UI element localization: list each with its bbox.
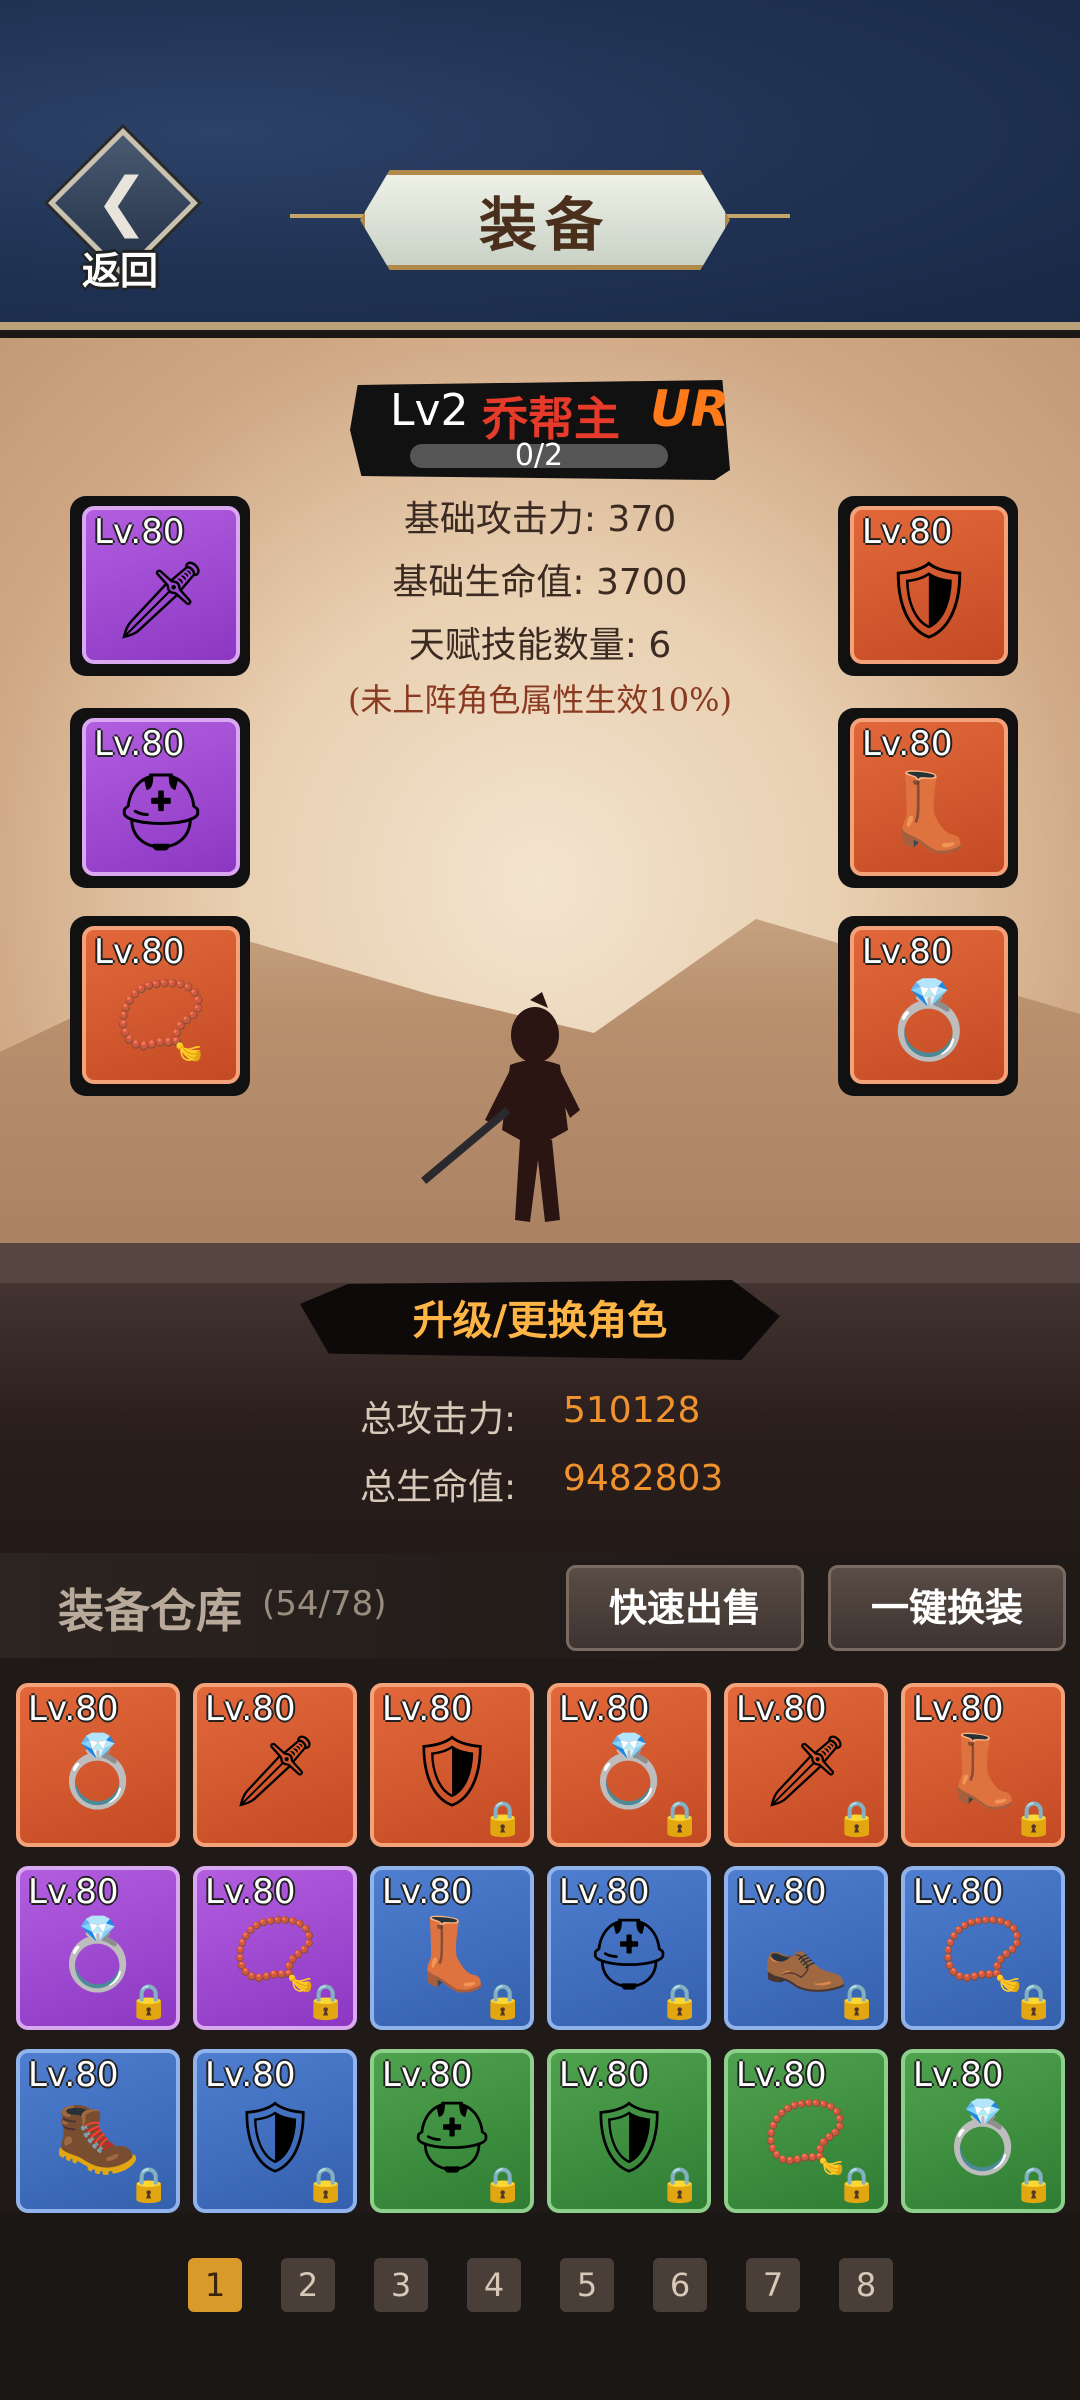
equipped-slot-armor[interactable]: 🛡 Lv.80 (838, 496, 1018, 676)
warehouse-title: 装备仓库 (58, 1584, 242, 1638)
lock-icon: 🔒 (481, 2165, 524, 2205)
warehouse-item[interactable]: ⛑ Lv.80 🔒 (547, 1866, 711, 2030)
item-level: Lv.80 (382, 1872, 473, 1912)
hero-silhouette (421, 992, 580, 1222)
lock-icon: 🔒 (658, 1799, 701, 1839)
page-button-8[interactable]: 8 (839, 2258, 893, 2312)
item-level: Lv.80 (913, 2055, 1004, 2095)
quick-sell-button[interactable]: 快速出售 (566, 1565, 804, 1651)
ring-icon: 💍 (881, 975, 977, 1064)
total-attack-value: 510128 (563, 1390, 701, 1431)
pagination: 12345678 (0, 2258, 1080, 2318)
lock-icon: 🔒 (835, 1799, 878, 1839)
page-title: 装备 (478, 191, 611, 259)
lock-icon: 🔒 (127, 2165, 170, 2205)
lock-icon: 🔒 (1012, 1799, 1055, 1839)
equipped-slot-necklace[interactable]: 📿 Lv.80 (70, 916, 250, 1096)
equipped-slot-ring[interactable]: 💍 Lv.80 (838, 916, 1018, 1096)
item-level: Lv.80 (94, 932, 185, 972)
warehouse-item[interactable]: 💍 Lv.80 🔒 (901, 2049, 1065, 2213)
necklace-icon: 📿 (113, 975, 209, 1064)
item-level: Lv.80 (862, 932, 953, 972)
lock-icon: 🔒 (127, 1982, 170, 2022)
armor-icon: 🛡 (880, 555, 978, 644)
sword-icon: 🗡 (112, 555, 210, 644)
warehouse-item[interactable]: ⛑ Lv.80 🔒 (370, 2049, 534, 2213)
helmet-icon: ⛑ (112, 767, 210, 856)
ring-icon: 💍 (54, 1730, 142, 1812)
warehouse-item[interactable]: 💍 Lv.80 🔒 (16, 1866, 180, 2030)
warehouse-item[interactable]: 👢 Lv.80 🔒 (901, 1683, 1065, 1847)
item-level: Lv.80 (736, 1689, 827, 1729)
warehouse-item[interactable]: 🛡 Lv.80 🔒 (547, 2049, 711, 2213)
item-level: Lv.80 (913, 1872, 1004, 1912)
lock-icon: 🔒 (481, 1799, 524, 1839)
warehouse-item[interactable]: 📿 Lv.80 🔒 (193, 1866, 357, 2030)
lock-icon: 🔒 (658, 1982, 701, 2022)
page-button-5[interactable]: 5 (560, 2258, 614, 2312)
item-level: Lv.80 (28, 1872, 119, 1912)
item-level: Lv.80 (28, 1689, 119, 1729)
item-level: Lv.80 (559, 1872, 650, 1912)
equipped-slot-boots[interactable]: 👢 Lv.80 (838, 708, 1018, 888)
back-label: 返回 (81, 248, 158, 293)
warehouse-item[interactable]: 📿 Lv.80 🔒 (901, 1866, 1065, 2030)
lock-icon: 🔒 (658, 2165, 701, 2205)
upgrade-button-label: 升级/更换角色 (412, 1297, 668, 1344)
total-attack-label: 总攻击力: (360, 1399, 517, 1440)
warehouse-item[interactable]: 📿 Lv.80 🔒 (724, 2049, 888, 2213)
item-level: Lv.80 (559, 2055, 650, 2095)
dagger-icon: 🗡 (230, 1730, 320, 1812)
warehouse-item[interactable]: 🛡 Lv.80 🔒 (193, 2049, 357, 2213)
equipped-slot-helmet[interactable]: ⛑ Lv.80 (70, 708, 250, 888)
item-level: Lv.80 (736, 2055, 827, 2095)
page-button-1[interactable]: 1 (188, 2258, 242, 2312)
item-level: Lv.80 (862, 512, 953, 552)
page-button-7[interactable]: 7 (746, 2258, 800, 2312)
character-progress-text: 0/2 (514, 438, 564, 473)
lock-icon: 🔒 (835, 1982, 878, 2022)
chevron-left-icon: ❮ (95, 165, 149, 239)
warehouse-item[interactable]: 🛡 Lv.80 🔒 (370, 1683, 534, 1847)
total-hp-label: 总生命值: (360, 1467, 517, 1508)
page-button-3[interactable]: 3 (374, 2258, 428, 2312)
item-level: Lv.80 (205, 1872, 296, 1912)
warehouse-item[interactable]: 🗡 Lv.80 (193, 1683, 357, 1847)
lock-icon: 🔒 (835, 2165, 878, 2205)
warehouse-item[interactable]: 💍 Lv.80 🔒 (547, 1683, 711, 1847)
lock-icon: 🔒 (1012, 2165, 1055, 2205)
warehouse-item[interactable]: 💍 Lv.80 (16, 1683, 180, 1847)
lock-icon: 🔒 (304, 2165, 347, 2205)
item-level: Lv.80 (559, 1689, 650, 1729)
lock-icon: 🔒 (1012, 1982, 1055, 2022)
item-level: Lv.80 (205, 1689, 296, 1729)
back-button[interactable]: ❮ 返回 (40, 128, 198, 293)
rarity-badge: UR (650, 380, 730, 438)
boots-icon: 👢 (881, 767, 977, 856)
title-banner: 装备 (290, 162, 790, 272)
item-level: Lv.80 (94, 512, 185, 552)
item-level: Lv.80 (862, 724, 953, 764)
item-level: Lv.80 (913, 1689, 1004, 1729)
total-hp-value: 9482803 (563, 1458, 724, 1499)
equipped-slot-sword[interactable]: 🗡 Lv.80 (70, 496, 250, 676)
item-level: Lv.80 (382, 2055, 473, 2095)
character-level: Lv2 (390, 385, 469, 436)
item-level: Lv.80 (28, 2055, 119, 2095)
page-button-6[interactable]: 6 (653, 2258, 707, 2312)
item-level: Lv.80 (205, 2055, 296, 2095)
page-button-4[interactable]: 4 (467, 2258, 521, 2312)
one-key-equip-button[interactable]: 一键换装 (828, 1565, 1066, 1651)
warehouse-item[interactable]: 🗡 Lv.80 🔒 (724, 1683, 888, 1847)
item-level: Lv.80 (736, 1872, 827, 1912)
warehouse-item[interactable]: 👞 Lv.80 🔒 (724, 1866, 888, 2030)
warehouse-count: (54/78) (262, 1584, 387, 1624)
lock-icon: 🔒 (304, 1982, 347, 2022)
item-level: Lv.80 (94, 724, 185, 764)
item-level: Lv.80 (382, 1689, 473, 1729)
page-button-2[interactable]: 2 (281, 2258, 335, 2312)
warehouse-item[interactable]: 🥾 Lv.80 🔒 (16, 2049, 180, 2213)
lock-icon: 🔒 (481, 1982, 524, 2022)
warehouse-item[interactable]: 👢 Lv.80 🔒 (370, 1866, 534, 2030)
